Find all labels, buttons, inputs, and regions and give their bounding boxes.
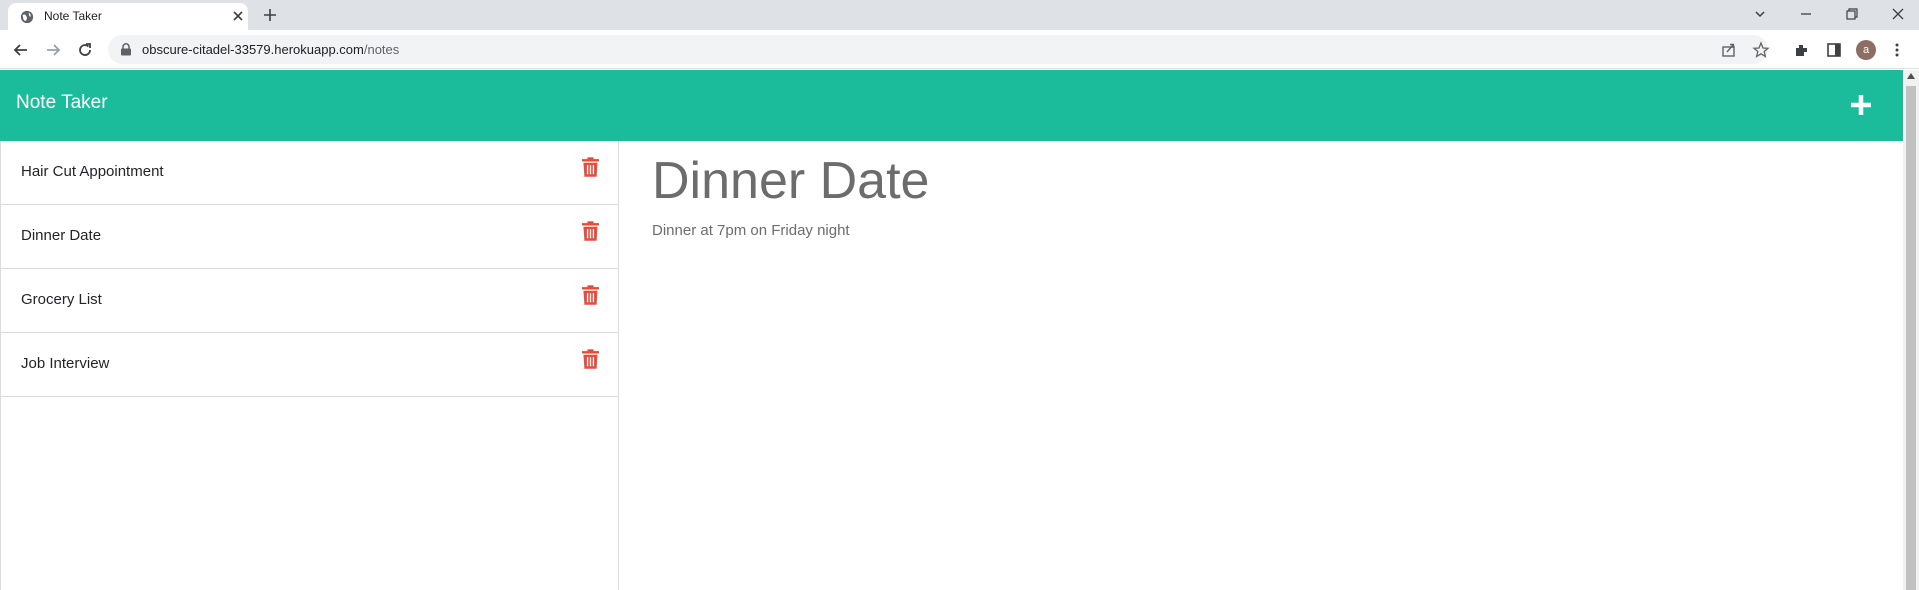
note-textarea[interactable]: Dinner at 7pm on Friday night [652, 222, 850, 239]
navbar: Note Taker [0, 70, 1903, 141]
brand-title[interactable]: Note Taker [16, 92, 108, 114]
trash-icon[interactable] [582, 157, 599, 177]
browser-tabstrip: Note Taker [0, 0, 1919, 30]
note-list: Hair Cut Appointment Dinner Date Grocery… [0, 141, 619, 590]
address-bar[interactable]: obscure-citadel-33579.herokuapp.com/note… [108, 35, 1770, 64]
scroll-up-arrow-icon[interactable] [1907, 73, 1915, 79]
tab-title: Note Taker [44, 9, 102, 23]
extensions-icon[interactable] [1793, 41, 1811, 59]
note-title: Job Interview [21, 355, 110, 372]
globe-icon [20, 10, 34, 24]
reload-icon[interactable] [76, 41, 94, 59]
url-host: obscure-citadel-33579.herokuapp.com [142, 42, 364, 57]
close-icon[interactable] [230, 8, 246, 24]
list-item[interactable]: Dinner Date [1, 205, 618, 269]
browser-tab[interactable]: Note Taker [8, 3, 248, 30]
url-path: /notes [363, 42, 400, 57]
minimize-icon[interactable] [1797, 5, 1815, 23]
back-arrow-icon[interactable] [12, 41, 30, 59]
share-icon[interactable] [1720, 41, 1738, 59]
browser-toolbar: obscure-citadel-33579.herokuapp.com/note… [0, 30, 1919, 69]
scrollbar[interactable] [1903, 70, 1919, 590]
plus-icon[interactable] [1849, 93, 1873, 117]
restore-icon[interactable] [1843, 5, 1861, 23]
list-item[interactable]: Grocery List [1, 269, 618, 333]
scrollbar-thumb[interactable] [1906, 86, 1916, 590]
note-title: Dinner Date [21, 227, 102, 244]
list-item[interactable]: Hair Cut Appointment [1, 141, 618, 205]
note-title-input[interactable]: Dinner Date [652, 151, 929, 211]
forward-arrow-icon[interactable] [44, 41, 62, 59]
tab-search-icon[interactable] [1751, 5, 1769, 23]
lock-icon[interactable] [120, 43, 132, 56]
trash-icon[interactable] [582, 349, 599, 369]
trash-icon[interactable] [582, 285, 599, 305]
trash-icon[interactable] [582, 221, 599, 241]
list-item[interactable]: Job Interview [1, 333, 618, 397]
note-title: Grocery List [21, 291, 102, 308]
window-close-icon[interactable] [1889, 5, 1907, 23]
side-panel-icon[interactable] [1825, 41, 1843, 59]
page: Note Taker Hair Cut Appointment Dinner D… [0, 70, 1903, 590]
new-tab-icon[interactable] [262, 7, 278, 23]
note-editor: Dinner Date Dinner at 7pm on Friday nigh… [620, 141, 1903, 590]
star-icon[interactable] [1752, 41, 1770, 59]
note-title: Hair Cut Appointment [21, 163, 164, 180]
kebab-menu-icon[interactable] [1888, 41, 1906, 59]
avatar[interactable]: a [1856, 40, 1876, 60]
url-text[interactable]: obscure-citadel-33579.herokuapp.com/note… [142, 42, 399, 57]
